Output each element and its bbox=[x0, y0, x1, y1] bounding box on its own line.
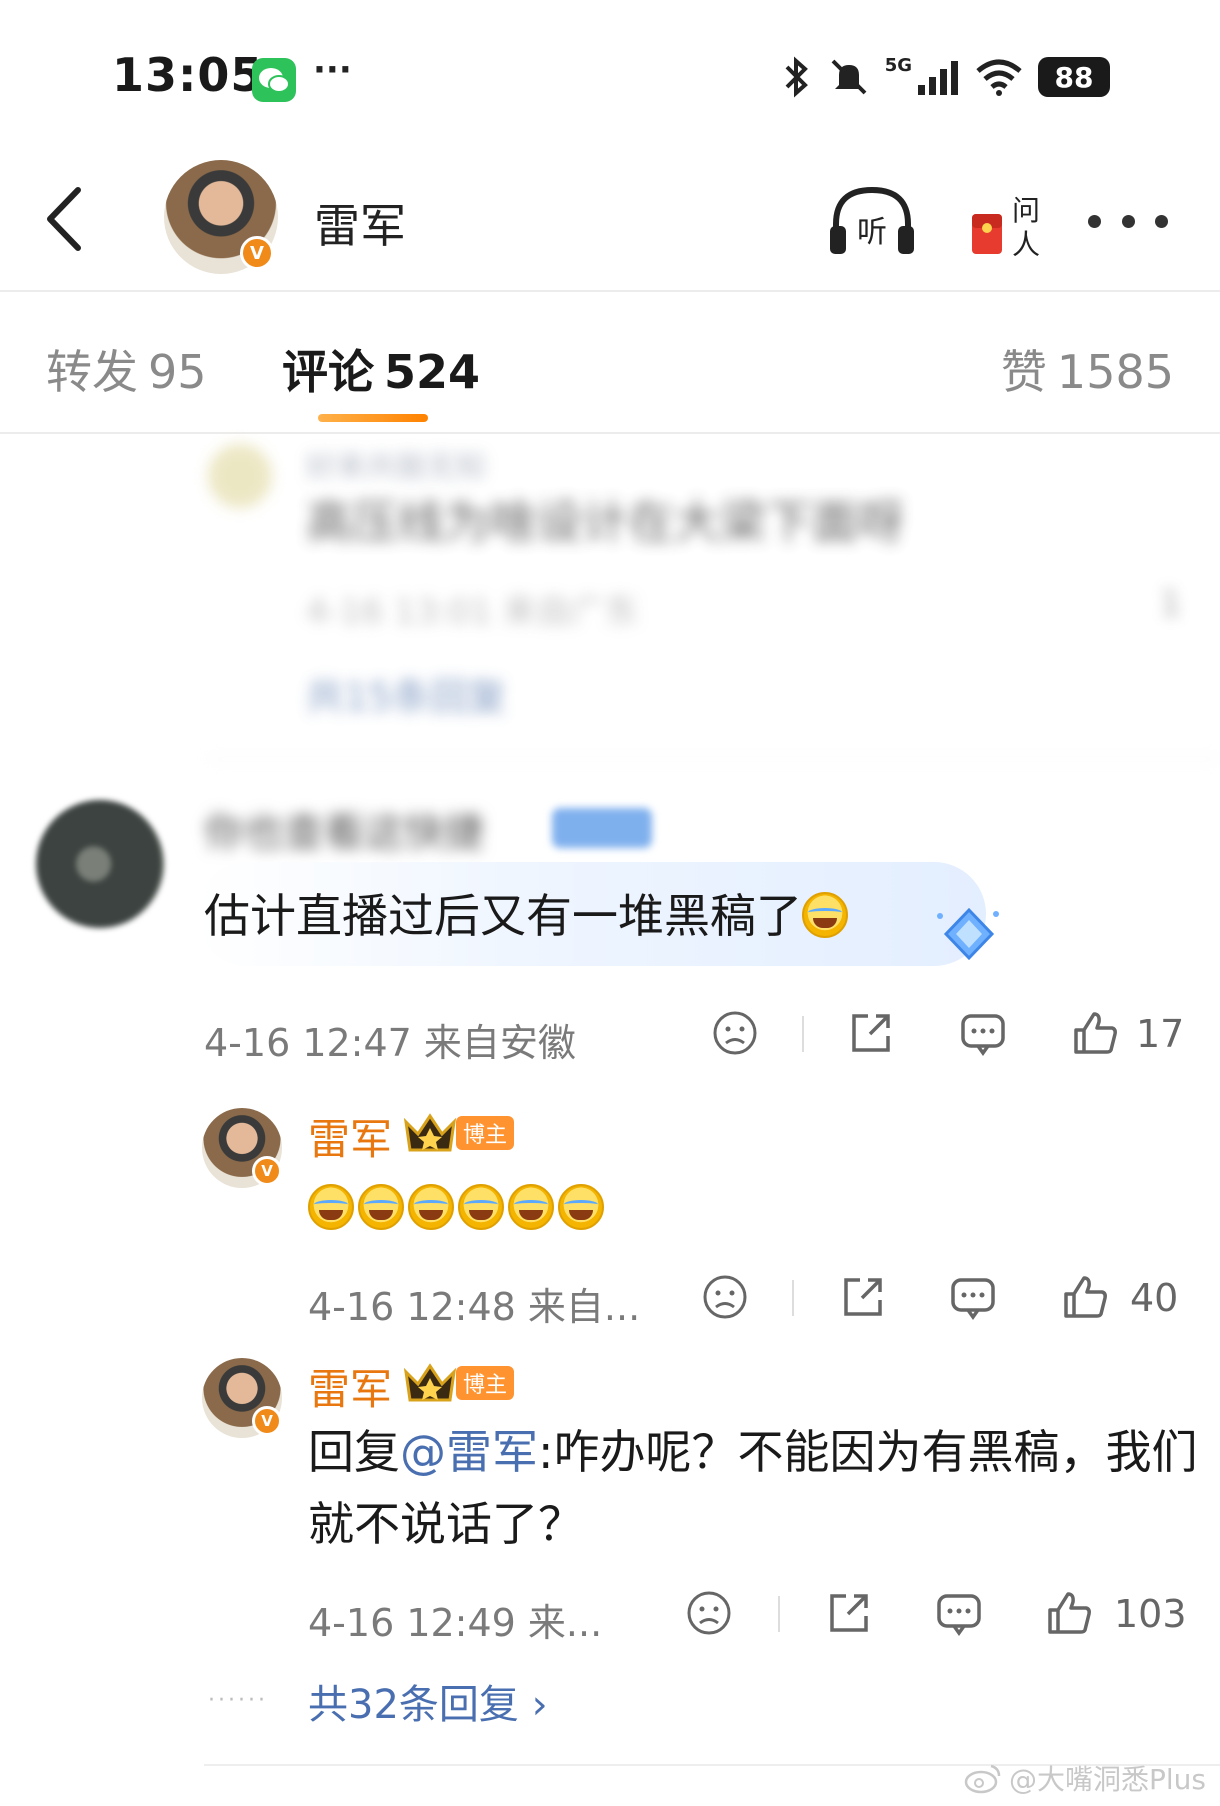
comment-meta: 4-16 12:47 来自安徽 bbox=[204, 1021, 576, 1065]
watermark: @大嘴洞悉Plus bbox=[963, 1758, 1206, 1798]
like-icon[interactable] bbox=[1060, 1272, 1110, 1322]
verified-badge-icon: V bbox=[252, 1156, 282, 1186]
like-icon[interactable] bbox=[1070, 1008, 1120, 1058]
listen-label: 听 bbox=[857, 215, 887, 250]
share-icon[interactable] bbox=[846, 1008, 896, 1058]
separator bbox=[792, 1280, 794, 1316]
like-count: 103 bbox=[1114, 1592, 1187, 1636]
status-time: 13:05 bbox=[112, 48, 264, 102]
battery-indicator: 88 bbox=[1038, 57, 1110, 97]
separator bbox=[778, 1596, 780, 1632]
diamond-decoration-icon bbox=[937, 907, 999, 961]
laugh-cry-emoji-icon bbox=[558, 1184, 604, 1230]
mute-icon bbox=[831, 59, 867, 95]
blurred-name: 好来共鼓无知 bbox=[306, 450, 486, 485]
commenter-name[interactable]: 你也查看这快捷 bbox=[204, 800, 484, 858]
back-arrow-icon[interactable] bbox=[40, 184, 90, 254]
verified-badge-icon: V bbox=[252, 1406, 282, 1436]
blurred-replies-link: 共15条回复 bbox=[306, 675, 507, 719]
dislike-icon[interactable] bbox=[684, 1588, 734, 1638]
svg-text:问: 问 bbox=[1012, 194, 1040, 227]
laugh-cry-emoji-icon bbox=[802, 892, 848, 938]
bluetooth-icon bbox=[785, 56, 808, 98]
laugh-cry-emoji-icon bbox=[408, 1184, 454, 1230]
top-header: V 雷军 听 问人 bbox=[0, 140, 1220, 292]
reply-author-name[interactable]: 雷军 bbox=[308, 1356, 392, 1417]
author-name[interactable]: 雷军 bbox=[314, 190, 406, 256]
reply-avatar[interactable]: V bbox=[202, 1358, 282, 1438]
view-all-replies-link[interactable]: 共32条回复 › bbox=[308, 1672, 548, 1730]
reply-meta: 4-16 12:48 来自... bbox=[308, 1285, 641, 1329]
laugh-cry-emoji-icon bbox=[308, 1184, 354, 1230]
comment-icon[interactable] bbox=[934, 1588, 984, 1638]
wechat-icon bbox=[252, 58, 296, 102]
mention-link[interactable]: @雷军 bbox=[400, 1425, 538, 1479]
listen-button[interactable]: 听 bbox=[826, 182, 918, 262]
reply-text: 回复@雷军:咋办呢？不能因为有黑稿，我们就不说话了？ bbox=[308, 1425, 1198, 1551]
laugh-cry-emoji-icon bbox=[358, 1184, 404, 1230]
dislike-icon[interactable] bbox=[700, 1272, 750, 1322]
crown-icon bbox=[403, 1363, 457, 1402]
vip-badge bbox=[552, 808, 652, 848]
comment-text: 估计直播过后又有一堆黑稿了 bbox=[204, 880, 848, 946]
weibo-logo-icon bbox=[964, 1764, 1001, 1794]
reply-meta: 4-16 12:49 来... bbox=[308, 1601, 603, 1645]
author-avatar[interactable]: V bbox=[164, 160, 278, 274]
laugh-cry-emoji-icon bbox=[508, 1184, 554, 1230]
blurred-like-count: 1 bbox=[1160, 584, 1182, 624]
active-tab-indicator bbox=[318, 414, 428, 422]
share-icon[interactable] bbox=[824, 1588, 874, 1638]
blurred-comment: 好来共鼓无知 高压线为啥设计在大梁下面呀 4-16 13:01 来自广东 1 共… bbox=[0, 434, 1220, 764]
reply-avatar[interactable]: V bbox=[202, 1108, 282, 1188]
share-icon[interactable] bbox=[838, 1272, 888, 1322]
blurred-meta: 4-16 13:01 来自广东 bbox=[306, 592, 639, 632]
laugh-cry-emoji-icon bbox=[458, 1184, 504, 1230]
divider bbox=[208, 758, 1220, 760]
blurred-avatar bbox=[208, 444, 272, 508]
host-tag: 博主 bbox=[456, 1116, 514, 1150]
signal-icon bbox=[918, 61, 958, 95]
like-icon[interactable] bbox=[1044, 1588, 1094, 1638]
tab-comments[interactable]: 评论 524 bbox=[282, 336, 480, 402]
comment-icon[interactable] bbox=[958, 1008, 1008, 1058]
network-type: 5G bbox=[884, 54, 912, 76]
status-bar: 13:05 ··· 5G 88 bbox=[0, 0, 1220, 140]
like-count: 40 bbox=[1130, 1276, 1179, 1320]
verified-badge-icon: V bbox=[240, 236, 274, 270]
separator bbox=[802, 1016, 804, 1052]
svg-text:人: 人 bbox=[1012, 228, 1040, 261]
like-count: 17 bbox=[1136, 1012, 1185, 1056]
dislike-icon[interactable] bbox=[710, 1008, 760, 1058]
commenter-avatar[interactable] bbox=[36, 800, 164, 928]
blurred-text: 高压线为啥设计在大梁下面呀 bbox=[306, 495, 904, 549]
reply-author-name[interactable]: 雷军 bbox=[308, 1106, 392, 1167]
comment-icon[interactable] bbox=[948, 1272, 998, 1322]
wifi-icon bbox=[976, 59, 1022, 96]
tab-likes[interactable]: 赞 1585 bbox=[1001, 336, 1174, 402]
emoji-row bbox=[308, 1184, 604, 1230]
comment-tabs: 转发 95 评论 524 赞 1585 bbox=[0, 292, 1220, 434]
crown-icon bbox=[403, 1113, 457, 1152]
host-tag: 博主 bbox=[456, 1366, 514, 1400]
ask-red-packet-button[interactable]: 问人 bbox=[964, 182, 1056, 262]
more-notifications-icon: ··· bbox=[313, 50, 352, 90]
tab-reposts[interactable]: 转发 95 bbox=[46, 336, 207, 402]
thread-dots: ······ bbox=[208, 1688, 268, 1713]
more-options-button[interactable] bbox=[1088, 196, 1168, 246]
